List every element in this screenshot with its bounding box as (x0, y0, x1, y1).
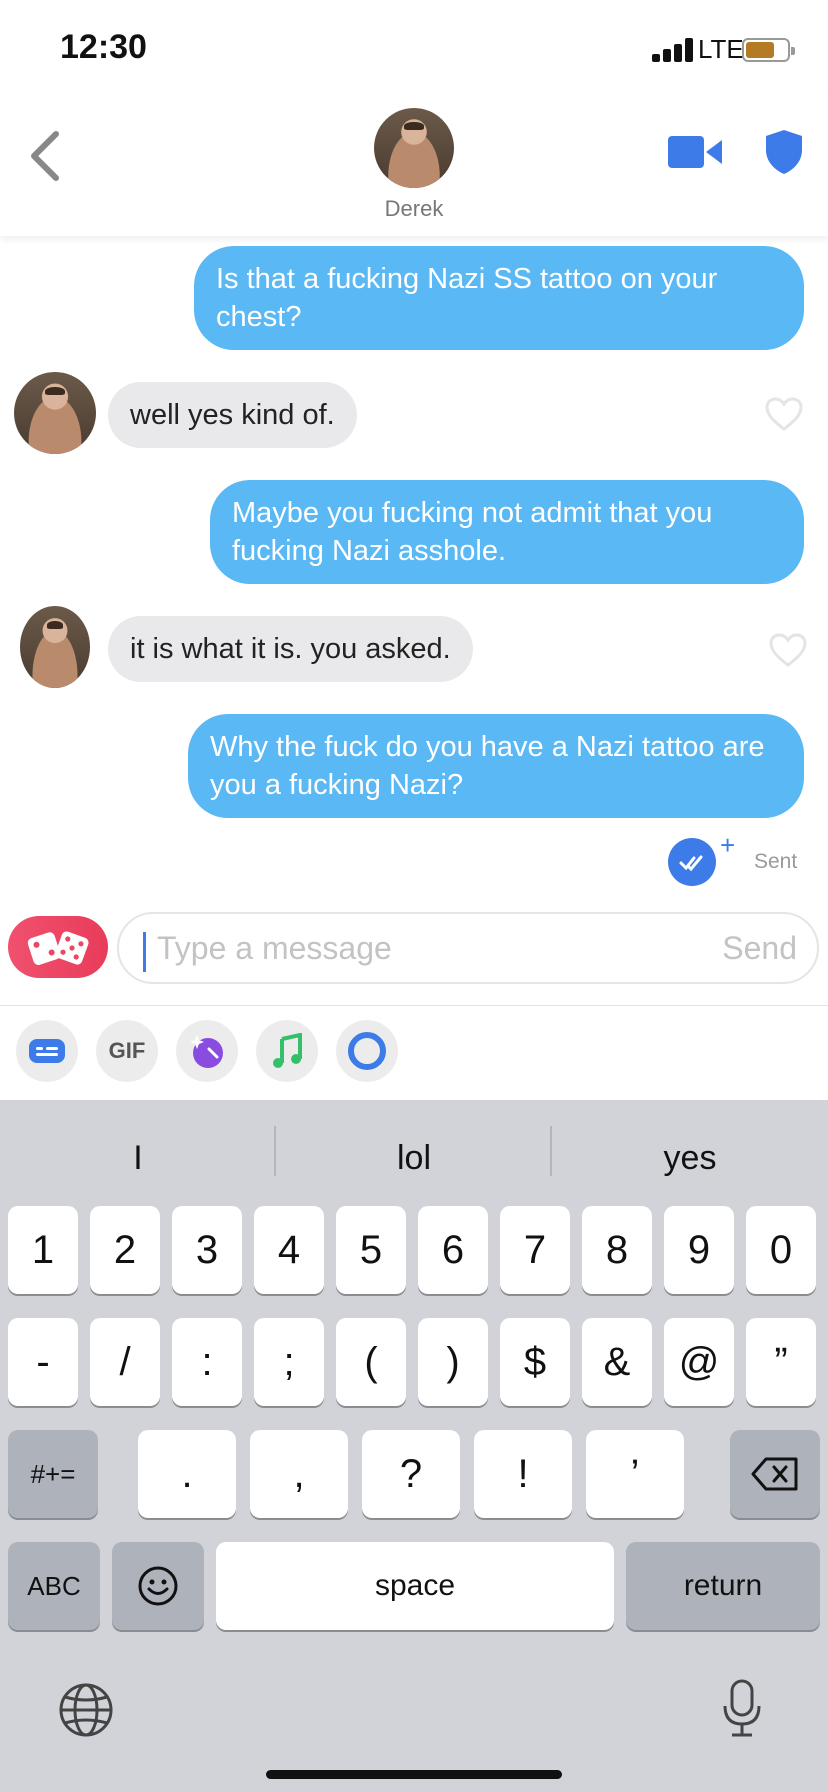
key[interactable]: . (138, 1430, 236, 1518)
backspace-icon (751, 1457, 798, 1491)
battery-icon (742, 38, 795, 62)
message-outgoing[interactable]: Why the fuck do you have a Nazi tattoo a… (188, 714, 804, 818)
video-call-button[interactable] (668, 134, 724, 170)
home-indicator[interactable] (266, 1770, 562, 1779)
status-time: 12:30 (60, 28, 147, 66)
message-outgoing[interactable]: Maybe you fucking not admit that you fuc… (210, 480, 804, 584)
suggestion-3[interactable]: yes (552, 1130, 828, 1186)
abc-key[interactable]: ABC (8, 1542, 100, 1630)
shield-icon (766, 130, 802, 174)
music-button[interactable] (256, 1020, 318, 1082)
key[interactable]: 7 (500, 1206, 570, 1294)
key[interactable]: ’ (586, 1430, 684, 1518)
key[interactable]: - (8, 1318, 78, 1406)
suggestion-2[interactable]: lol (276, 1130, 552, 1186)
music-note-icon (273, 1033, 302, 1068)
sender-avatar[interactable] (20, 606, 90, 688)
network-label: LTE (698, 34, 744, 64)
key[interactable]: , (250, 1430, 348, 1518)
match-name[interactable]: Derek (0, 196, 828, 222)
emoji-icon (138, 1566, 178, 1606)
gif-label: GIF (108, 1038, 146, 1063)
dice-button[interactable] (8, 916, 108, 978)
key[interactable]: 6 (418, 1206, 488, 1294)
dictation-button[interactable] (720, 1678, 764, 1743)
composer: Type a message Send (0, 906, 828, 1006)
key[interactable]: 9 (664, 1206, 734, 1294)
key[interactable]: ) (418, 1318, 488, 1406)
key[interactable]: : (172, 1318, 242, 1406)
message-thread: Is that a fucking Nazi SS tattoo on your… (0, 236, 828, 906)
chat-header: Derek (0, 96, 828, 236)
message-incoming[interactable]: it is what it is. you asked. (108, 616, 473, 682)
space-key[interactable]: space (216, 1542, 614, 1630)
key[interactable]: 4 (254, 1206, 324, 1294)
message-input[interactable]: Type a message Send (117, 912, 819, 984)
message-incoming[interactable]: well yes kind of. (108, 382, 357, 448)
attachment-row: GIF (0, 1006, 828, 1100)
key[interactable]: ! (474, 1430, 572, 1518)
sent-status: Sent (754, 850, 798, 873)
key[interactable]: ; (254, 1318, 324, 1406)
text-caret (143, 932, 146, 972)
key[interactable]: 0 (746, 1206, 816, 1294)
key[interactable]: 1 (8, 1206, 78, 1294)
key[interactable]: 5 (336, 1206, 406, 1294)
key[interactable]: / (90, 1318, 160, 1406)
match-avatar[interactable] (374, 108, 454, 188)
signal-icon (652, 38, 696, 62)
ring-button[interactable] (336, 1020, 398, 1082)
key[interactable]: 3 (172, 1206, 242, 1294)
heart-outline-icon (765, 397, 803, 431)
dice-icon (27, 931, 89, 965)
key[interactable]: @ (664, 1318, 734, 1406)
gif-button[interactable]: GIF (96, 1020, 158, 1082)
delete-key[interactable] (730, 1430, 820, 1518)
key[interactable]: ” (746, 1318, 816, 1406)
message-outgoing[interactable]: Is that a fucking Nazi SS tattoo on your… (194, 246, 804, 350)
read-receipt: + Sent (668, 830, 808, 886)
return-key[interactable]: return (626, 1542, 820, 1630)
key[interactable]: ? (362, 1430, 460, 1518)
receipt-plus[interactable]: + (720, 830, 735, 861)
send-button[interactable]: Send (722, 930, 797, 967)
like-message-button[interactable] (764, 396, 804, 432)
emoji-key[interactable] (112, 1542, 204, 1630)
sticker-button[interactable] (16, 1020, 78, 1082)
suggestion-1[interactable]: I (0, 1130, 276, 1186)
symbols-mode-key[interactable]: #+= (8, 1430, 98, 1518)
video-camera-icon (668, 136, 722, 168)
sparkle-button[interactable] (176, 1020, 238, 1082)
status-bar: 12:30 LTE (0, 0, 828, 96)
card-icon (29, 1039, 65, 1063)
key[interactable]: 2 (90, 1206, 160, 1294)
like-message-button[interactable] (768, 632, 808, 668)
chevron-left-icon (31, 131, 59, 181)
ring-icon (348, 1032, 386, 1070)
key[interactable]: & (582, 1318, 652, 1406)
keyboard: I lol yes 1234567890 - /:;() $ & @” #+= .,?!… (0, 1100, 828, 1792)
back-button[interactable] (26, 126, 66, 186)
message-placeholder: Type a message (157, 930, 392, 966)
key[interactable]: $ (500, 1318, 570, 1406)
microphone-icon (723, 1679, 761, 1737)
sparkle-icon (190, 1035, 223, 1068)
key[interactable]: ( (336, 1318, 406, 1406)
sender-avatar[interactable] (14, 372, 96, 454)
globe-button[interactable] (58, 1682, 114, 1743)
globe-icon (59, 1683, 113, 1737)
safety-shield-button[interactable] (762, 128, 806, 176)
double-check-icon (668, 838, 716, 886)
heart-outline-icon (769, 633, 807, 667)
key[interactable]: 8 (582, 1206, 652, 1294)
